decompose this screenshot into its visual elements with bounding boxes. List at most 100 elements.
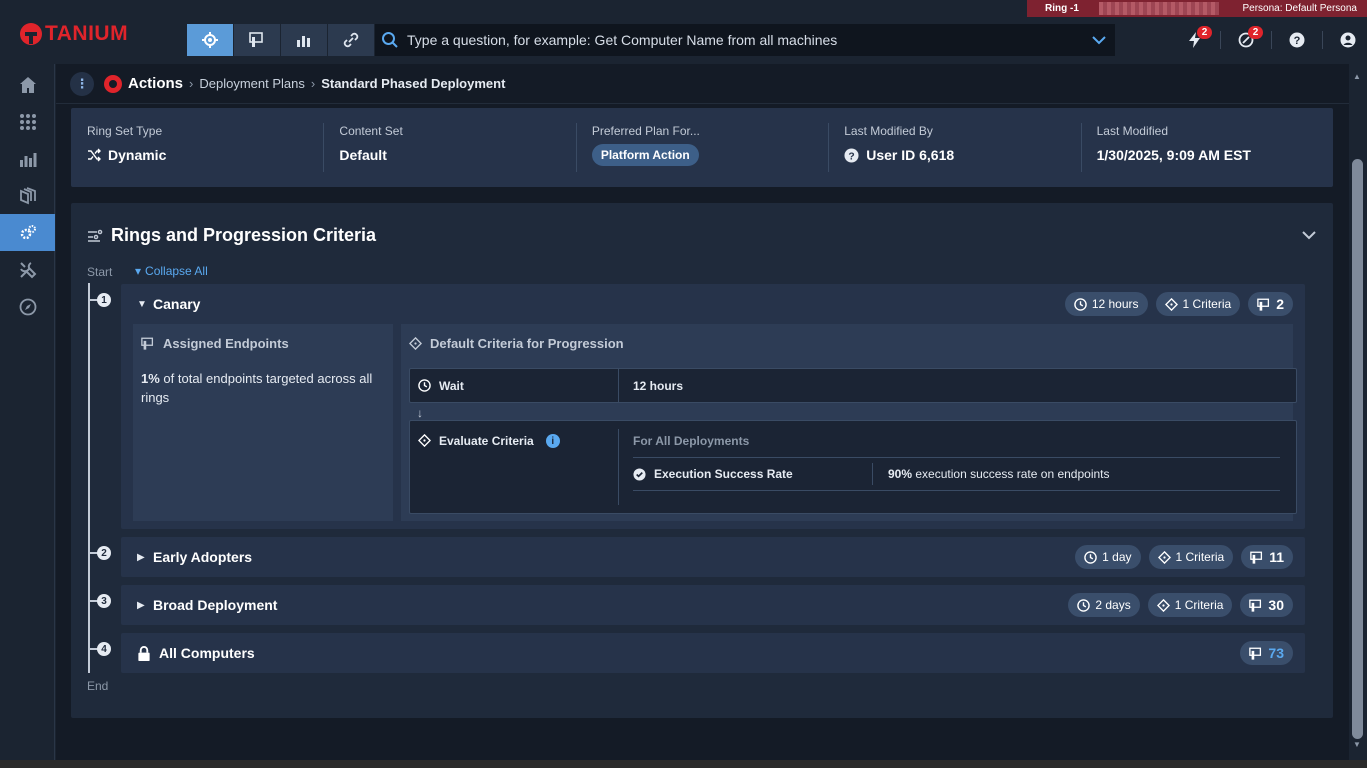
ring-header[interactable]: ▶ Early Adopters 1 day 1 Criteria 11 — [121, 537, 1305, 577]
help-icon: ? — [844, 147, 859, 163]
sidebar-item-packages[interactable] — [0, 177, 55, 214]
question-search-bar — [375, 24, 1115, 56]
divider — [1271, 31, 1272, 49]
assigned-endpoints-panel: Assigned Endpoints 1% of total endpoints… — [133, 324, 393, 521]
connect-button[interactable] — [328, 24, 375, 56]
ring-set-type-value-row: Dynamic — [87, 147, 307, 163]
ring-header[interactable]: ▼ Canary 12 hours 1 Criteria 2 — [121, 284, 1305, 324]
sidebar-item-tools[interactable] — [0, 251, 55, 288]
criteria-chip: 1 Criteria — [1147, 593, 1233, 617]
endpoints-icon — [1250, 551, 1263, 564]
endpoints-count: 2 — [1276, 296, 1284, 312]
reports-icon — [297, 36, 310, 47]
progression-criteria-title: Default Criteria for Progression — [409, 336, 1285, 351]
ring-label: Ring -1 — [1045, 3, 1079, 14]
endpoints-icon — [1249, 599, 1262, 612]
duration-chip: 2 days — [1068, 593, 1140, 617]
tanium-logo[interactable]: TANIUM — [20, 22, 128, 46]
ring-header[interactable]: ▶ Broad Deployment 2 days 1 Criteria 30 — [121, 585, 1305, 625]
endpoints-chip: 73 — [1240, 641, 1293, 665]
lock-icon — [138, 645, 150, 661]
ring-chips: 73 — [1240, 641, 1293, 665]
sidebar-item-reports[interactable] — [0, 140, 55, 177]
collapse-all-button[interactable]: ▾ Collapse All — [135, 264, 208, 278]
help-button[interactable]: ? — [1278, 24, 1316, 56]
ring-canary: ▼ Canary 12 hours 1 Criteria 2 Assigned … — [121, 284, 1305, 529]
sidebar-item-home[interactable] — [0, 66, 55, 103]
alerts-badge: 2 — [1197, 26, 1212, 39]
question-search-input[interactable] — [407, 32, 1091, 48]
last-modified-by-value: User ID 6,618 — [866, 147, 955, 163]
duration-chip: 12 hours — [1064, 292, 1148, 316]
criteria-value: 1 Criteria — [1174, 598, 1224, 612]
endpoints-count: 30 — [1268, 597, 1284, 613]
reports-button[interactable] — [281, 24, 328, 56]
endpoints-chip: 11 — [1241, 545, 1293, 569]
collapse-all-label: Collapse All — [145, 264, 208, 278]
user-menu-button[interactable] — [1329, 24, 1367, 56]
endpoints-icon — [1249, 647, 1262, 660]
header-utility-icons: 2 2 ? — [1176, 24, 1367, 56]
breadcrumb-root[interactable]: Actions — [128, 75, 183, 92]
criteria-diamond-icon — [409, 337, 422, 350]
sidebar-item-explore[interactable] — [0, 288, 55, 325]
caret-down-icon: ▾ — [135, 264, 142, 278]
compass-icon — [19, 298, 36, 315]
preferred-plan-badge: Platform Action — [591, 144, 699, 166]
criteria-name: Execution Success Rate — [654, 467, 793, 481]
gears-icon — [20, 224, 36, 239]
progression-criteria-label: Default Criteria for Progression — [430, 336, 624, 351]
criteria-desc: execution success rate on endpoints — [915, 467, 1110, 481]
criteria-diamond-icon — [1156, 598, 1170, 612]
check-circle-icon — [633, 467, 646, 481]
last-modified-label: Last Modified — [1096, 124, 1168, 138]
endpoints-icon — [249, 32, 263, 47]
last-modified-by-label: Last Modified By — [844, 124, 933, 138]
interact-icon — [202, 32, 218, 48]
assigned-pct: 1% — [141, 371, 160, 386]
persona-label[interactable]: Persona: Default Persona — [1242, 3, 1367, 14]
scroll-up-icon[interactable]: ▲ — [1353, 72, 1361, 81]
ring-header[interactable]: All Computers 73 — [121, 633, 1305, 673]
assigned-desc: of total endpoints targeted across all r… — [141, 371, 373, 405]
endpoints-button[interactable] — [234, 24, 281, 56]
criteria-value-cell: 90% execution success rate on endpoints — [873, 467, 1110, 481]
ring-name: All Computers — [159, 645, 255, 661]
progression-criteria-panel: Default Criteria for Progression Wait 12… — [401, 324, 1297, 521]
breadcrumb-deployment-plans[interactable]: Deployment Plans — [199, 76, 305, 91]
chevron-down-icon[interactable] — [1301, 227, 1317, 243]
ring-step-number: 3 — [97, 594, 111, 608]
sidebar-item-modules[interactable] — [0, 103, 55, 140]
criteria-diamond-icon — [1157, 550, 1171, 564]
criteria-row: Execution Success Rate 90% execution suc… — [633, 457, 1280, 491]
scroll-down-icon[interactable]: ▼ — [1353, 740, 1361, 749]
evaluate-criteria-label: Evaluate Criteria — [439, 434, 534, 448]
alerts-button[interactable]: 2 — [1176, 24, 1214, 56]
criteria-diamond-icon — [418, 434, 431, 447]
duration-value: 12 hours — [1091, 297, 1139, 311]
criteria-chip: 1 Criteria — [1155, 292, 1241, 316]
criteria-diamond-icon — [1164, 297, 1178, 311]
chevron-right-icon: › — [310, 76, 316, 91]
wait-label-cell: Wait — [410, 369, 619, 402]
sidebar-item-actions[interactable] — [0, 214, 55, 251]
breadcrumb-current: Standard Phased Deployment — [321, 76, 506, 91]
kebab-menu-icon[interactable]: ⋮ — [70, 71, 94, 96]
ring-step-number: 2 — [97, 546, 111, 560]
info-icon[interactable]: i — [545, 434, 560, 448]
search-icon — [382, 32, 398, 48]
chevron-down-icon[interactable] — [1091, 32, 1107, 48]
divider — [1220, 31, 1221, 49]
ring-step-number: 1 — [97, 293, 111, 307]
endpoints-chip: 30 — [1240, 593, 1293, 617]
endpoints-icon — [141, 337, 154, 350]
notifications-button[interactable]: 2 — [1227, 24, 1265, 56]
interact-button[interactable] — [187, 24, 234, 56]
left-sidebar — [0, 64, 55, 768]
duration-chip: 1 day — [1075, 545, 1141, 569]
duration-value: 2 days — [1095, 598, 1131, 612]
wait-step: Wait 12 hours — [409, 368, 1297, 403]
vertical-scrollbar[interactable]: ▲ ▼ — [1349, 64, 1367, 760]
endpoints-chip: 2 — [1248, 292, 1293, 316]
scrollbar-thumb[interactable] — [1352, 159, 1363, 739]
